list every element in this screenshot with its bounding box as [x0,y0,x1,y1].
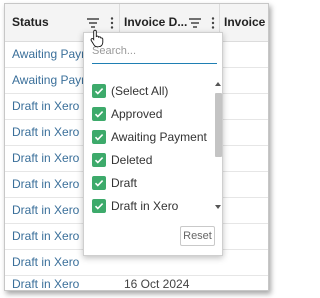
checkbox-checked-icon[interactable] [92,199,106,213]
filter-option-label: Draft in Xero [111,199,179,213]
checkbox-checked-icon[interactable] [92,153,106,167]
scroll-down-arrow-icon[interactable] [215,205,221,209]
status-cell: Draft in Xero [12,277,80,291]
filter-option-select-all[interactable]: (Select All) [92,83,212,101]
invoice-date-cell: 16 Oct 2024 [124,277,190,291]
checkbox-checked-icon[interactable] [92,84,106,98]
status-column-header[interactable]: Status [12,4,87,41]
filter-option-label: Approved [111,107,163,121]
status-menu-icon[interactable] [105,16,119,30]
table-row[interactable]: Draft in Xero 16 Oct 2024 [5,272,268,291]
invoice-column-header[interactable]: Invoice [224,4,268,41]
status-filter-icon[interactable] [86,16,100,30]
filter-option-approved[interactable]: Approved [92,106,212,124]
scroll-up-arrow-icon[interactable] [215,82,221,86]
hand-pointer-icon [90,29,104,52]
invoice-date-menu-icon[interactable] [206,16,220,30]
reset-button[interactable]: Reset [180,226,215,246]
filter-option-deleted[interactable]: Deleted [92,152,212,170]
scrollbar-thumb[interactable] [215,93,222,157]
checkbox-checked-icon[interactable] [92,176,106,190]
filter-option-label: Deleted [111,153,153,167]
filter-search-input[interactable] [92,39,217,64]
checkbox-checked-icon[interactable] [92,130,106,144]
invoice-date-filter-icon[interactable] [188,16,202,30]
filter-option-label: Awaiting Payment [111,130,207,144]
invoice-grid: Status Invoice D... Invoice Awaiting Pay… [4,3,269,291]
status-filter-menu: (Select All) Approved Awaiting Payment D… [83,32,223,256]
filter-option-awaiting-payment[interactable]: Awaiting Payment [92,129,212,147]
filter-option-label: (Select All) [111,84,169,98]
filter-option-label: Draft [111,176,138,190]
filter-option-draft-in-xero[interactable]: Draft in Xero [92,198,212,216]
checkbox-checked-icon[interactable] [92,107,106,121]
filter-option-draft[interactable]: Draft [92,175,212,193]
